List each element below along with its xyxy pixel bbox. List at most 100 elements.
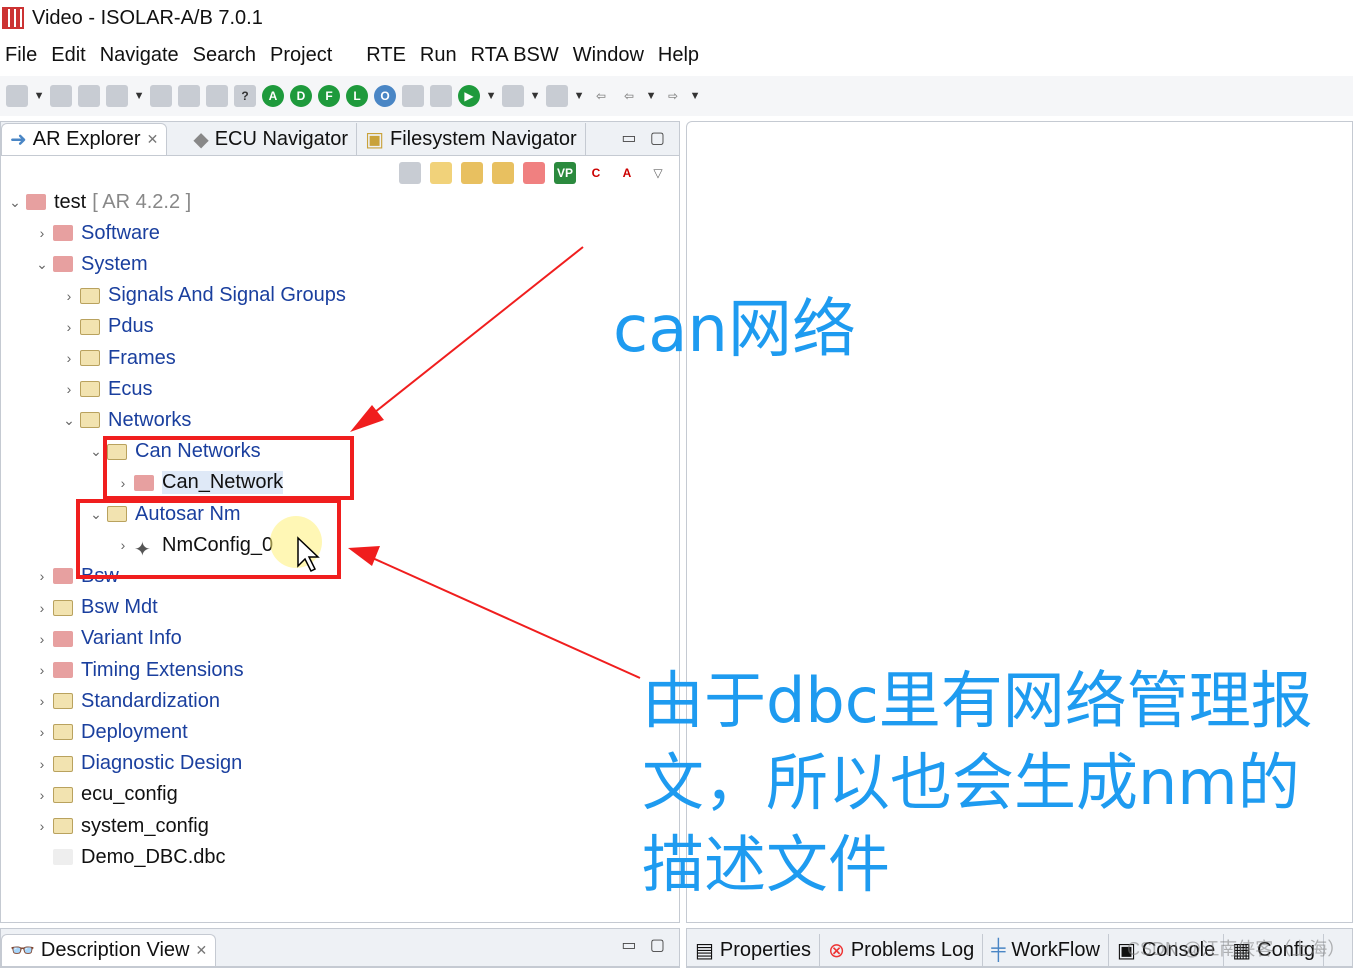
vp-res-icon[interactable]: VP xyxy=(554,162,576,184)
menu-search[interactable]: Search xyxy=(193,44,256,67)
link-editor-icon[interactable] xyxy=(430,162,452,184)
tree-item[interactable]: › Software xyxy=(35,219,160,247)
dropdown-icon[interactable]: ▼ xyxy=(34,85,45,107)
item-icon xyxy=(53,568,73,585)
tree-item[interactable]: ⌄ System xyxy=(35,250,148,278)
dropdown-icon[interactable]: ▼ xyxy=(530,85,541,107)
grid-icon[interactable] xyxy=(523,162,545,184)
tree-item[interactable]: › Frames xyxy=(62,344,176,372)
menu-help[interactable]: Help xyxy=(658,44,699,67)
title-bar: Video - ISOLAR-A/B 7.0.1 xyxy=(0,0,1353,36)
dropdown-icon[interactable]: ▼ xyxy=(690,85,701,107)
chevron-right-icon[interactable]: › xyxy=(62,350,76,366)
tree-item[interactable]: Demo_DBC.dbc xyxy=(35,843,226,871)
tree-item-label: Pdus xyxy=(108,315,154,338)
forward-icon[interactable]: ⇨ xyxy=(662,85,684,107)
menu-window[interactable]: Window xyxy=(573,44,644,67)
tree-item[interactable]: › Pdus xyxy=(62,313,154,341)
collapse-all-icon[interactable] xyxy=(399,162,421,184)
menu-navigate[interactable]: Navigate xyxy=(100,44,179,67)
tab-ar-explorer[interactable]: ➜ AR Explorer ✕ xyxy=(1,123,168,155)
tree-item[interactable]: › Ecus xyxy=(62,375,153,403)
tree-item[interactable]: › Variant Info xyxy=(35,625,182,653)
menu-run[interactable]: Run xyxy=(420,44,457,67)
chevron-down-icon[interactable]: ⌄ xyxy=(62,412,76,429)
view-menu-icon[interactable]: ▽ xyxy=(647,162,669,184)
maximize-icon[interactable]: ▢ xyxy=(650,937,665,954)
close-icon[interactable]: ✕ xyxy=(196,942,208,959)
tree-item[interactable]: › Signals And Signal Groups xyxy=(62,282,346,310)
chevron-right-icon[interactable]: › xyxy=(35,787,49,803)
zoom-icon[interactable] xyxy=(206,85,228,107)
tab-description-view[interactable]: 👓 Description View ✕ xyxy=(1,934,217,966)
home-icon[interactable] xyxy=(430,85,452,107)
dropdown-icon[interactable]: ▼ xyxy=(574,85,585,107)
chevron-right-icon[interactable]: › xyxy=(35,724,49,740)
tree-item[interactable]: › Diagnostic Design xyxy=(35,750,243,778)
chip-icon[interactable] xyxy=(150,85,172,107)
menu-file[interactable]: File xyxy=(5,44,37,67)
chevron-right-icon[interactable]: › xyxy=(35,756,49,772)
tab-ecu-navigator[interactable]: ◆ ECU Navigator xyxy=(185,123,358,155)
chevron-right-icon[interactable]: › xyxy=(62,381,76,397)
tab-properties[interactable]: ▤ Properties xyxy=(687,934,821,966)
menu-rte[interactable]: RTE xyxy=(366,44,406,67)
dropdown-icon[interactable]: ▼ xyxy=(486,85,497,107)
tree-item[interactable]: › Bsw Mdt xyxy=(35,594,158,622)
build-icon[interactable] xyxy=(106,85,128,107)
chevron-right-icon[interactable]: › xyxy=(62,319,76,335)
last-edit-icon[interactable]: ⇦ xyxy=(590,85,612,107)
tree-item[interactable]: › ecu_config xyxy=(35,781,178,809)
filter-icon[interactable] xyxy=(461,162,483,184)
report-icon[interactable] xyxy=(402,85,424,107)
item-icon xyxy=(53,225,73,242)
f-button[interactable]: F xyxy=(318,85,340,107)
save-all-icon[interactable] xyxy=(78,85,100,107)
tab-workflow[interactable]: ╪ WorkFlow xyxy=(983,934,1109,966)
view-controls: ▭ ▢ xyxy=(621,935,665,955)
chevron-right-icon[interactable]: › xyxy=(35,568,49,584)
chevron-right-icon[interactable]: › xyxy=(35,631,49,647)
chevron-right-icon[interactable]: › xyxy=(35,662,49,678)
tree-item[interactable]: › Deployment xyxy=(35,718,188,746)
a-icon[interactable]: A xyxy=(616,162,638,184)
chevron-down-icon[interactable]: ⌄ xyxy=(35,256,49,273)
new-icon[interactable] xyxy=(6,85,28,107)
save-icon[interactable] xyxy=(50,85,72,107)
l-button[interactable]: L xyxy=(346,85,368,107)
chevron-right-icon[interactable]: › xyxy=(35,693,49,709)
tree-item[interactable]: › Timing Extensions xyxy=(35,656,244,684)
back-icon[interactable]: ⇦ xyxy=(618,85,640,107)
tab-filesystem-navigator[interactable]: ▣ Filesystem Navigator xyxy=(357,123,586,155)
minimize-icon[interactable]: ▭ xyxy=(621,130,636,147)
tree-item[interactable]: ⌄ Networks xyxy=(62,406,191,434)
o-button[interactable]: O xyxy=(374,85,396,107)
chevron-right-icon[interactable]: › xyxy=(35,600,49,616)
close-icon[interactable]: ✕ xyxy=(147,131,159,148)
filter2-icon[interactable] xyxy=(492,162,514,184)
chevron-right-icon[interactable]: › xyxy=(35,225,49,241)
c-icon[interactable]: C xyxy=(585,162,607,184)
dropdown-icon[interactable]: ▼ xyxy=(134,85,145,107)
maximize-icon[interactable]: ▢ xyxy=(650,130,665,147)
d-button[interactable]: D xyxy=(290,85,312,107)
tree-item[interactable]: › system_config xyxy=(35,812,209,840)
menu-rta-bsw[interactable]: RTA BSW xyxy=(471,44,559,67)
run-icon[interactable]: ▶ xyxy=(458,85,480,107)
help-icon[interactable]: ? xyxy=(234,85,256,107)
chevron-down-icon[interactable]: ⌄ xyxy=(8,194,22,211)
dropdown-icon[interactable]: ▼ xyxy=(646,85,657,107)
next-annotation-icon[interactable] xyxy=(502,85,524,107)
tree-item[interactable]: › Standardization xyxy=(35,687,220,715)
minimize-icon[interactable]: ▭ xyxy=(621,937,636,954)
chevron-right-icon[interactable]: › xyxy=(35,818,49,834)
menu-edit[interactable]: Edit xyxy=(51,44,85,67)
menu-project[interactable]: Project xyxy=(270,44,332,67)
chevron-down-icon[interactable]: ⌄ xyxy=(89,443,103,460)
tab-problems-log[interactable]: ⊗ Problems Log xyxy=(820,934,984,966)
link-icon[interactable] xyxy=(178,85,200,107)
prev-annotation-icon[interactable] xyxy=(546,85,568,107)
chevron-right-icon[interactable]: › xyxy=(62,288,76,304)
tree-item[interactable]: ⌄ test[ AR 4.2.2 ] xyxy=(8,188,191,216)
a-button[interactable]: A xyxy=(262,85,284,107)
